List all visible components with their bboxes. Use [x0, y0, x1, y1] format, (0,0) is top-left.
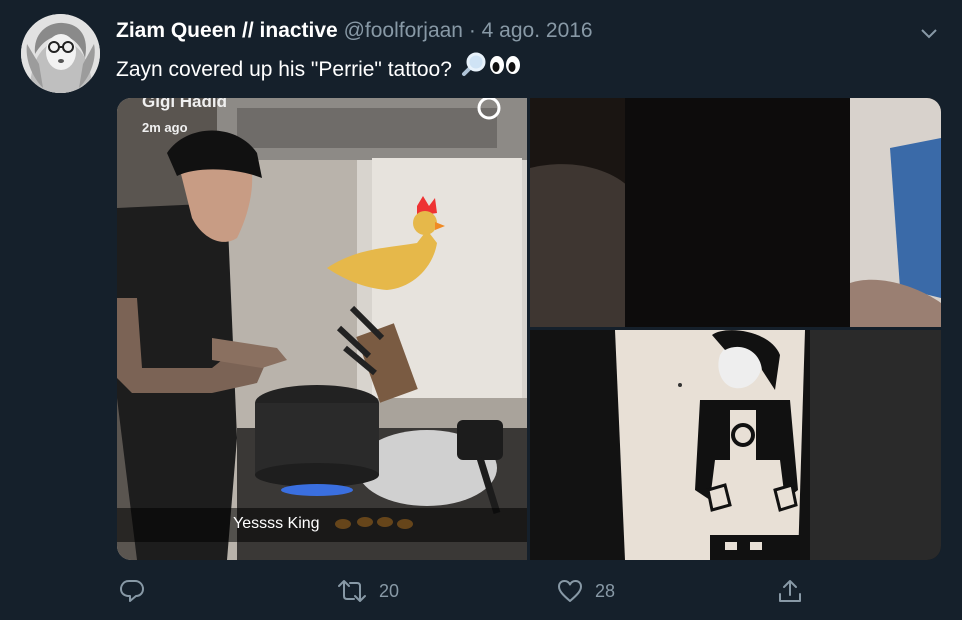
tweet-text: Zayn covered up his "Perrie" tattoo? [116, 52, 522, 87]
retweet-count: 20 [379, 580, 400, 601]
tweet-actions: 20 28 [0, 578, 962, 610]
like-button[interactable]: 28 [557, 578, 615, 604]
snap-username: Gigi Hadid [142, 98, 227, 111]
retweet-icon [338, 580, 366, 602]
separator-dot: · [468, 19, 476, 42]
share-icon [779, 580, 801, 602]
tweet-date[interactable]: 4 ago. 2016 [482, 19, 593, 42]
eyes-icon [488, 52, 522, 87]
reply-button[interactable] [119, 578, 157, 604]
snap-caption: Yessss King [233, 515, 320, 532]
photo-cooking[interactable]: Gigi Hadid 2m ago Yessss King [117, 98, 527, 560]
tweet-header: Ziam Queen // inactive @foolforjaan · 4 … [116, 17, 593, 45]
media-grid: Gigi Hadid 2m ago Yessss King [117, 98, 941, 560]
tweet[interactable]: Ziam Queen // inactive @foolforjaan · 4 … [0, 0, 962, 620]
heart-icon [558, 580, 582, 602]
photo-arm-closeup[interactable] [530, 98, 941, 327]
reply-icon [120, 580, 144, 602]
photo-tattoo[interactable] [530, 330, 941, 560]
avatar-image [21, 14, 100, 93]
tweet-text-body: Zayn covered up his "Perrie" tattoo? [116, 57, 452, 81]
snap-caption-bar [117, 508, 527, 542]
snap-timestamp: 2m ago [142, 120, 188, 135]
display-name[interactable]: Ziam Queen // inactive [116, 19, 338, 42]
retweet-button[interactable]: 20 [337, 578, 399, 604]
chevron-down-icon[interactable] [918, 22, 940, 44]
share-button[interactable] [777, 578, 803, 604]
avatar[interactable] [21, 14, 100, 93]
magnifying-glass-icon [458, 52, 486, 87]
user-handle[interactable]: @foolforjaan [344, 19, 463, 42]
like-count: 28 [595, 580, 616, 601]
